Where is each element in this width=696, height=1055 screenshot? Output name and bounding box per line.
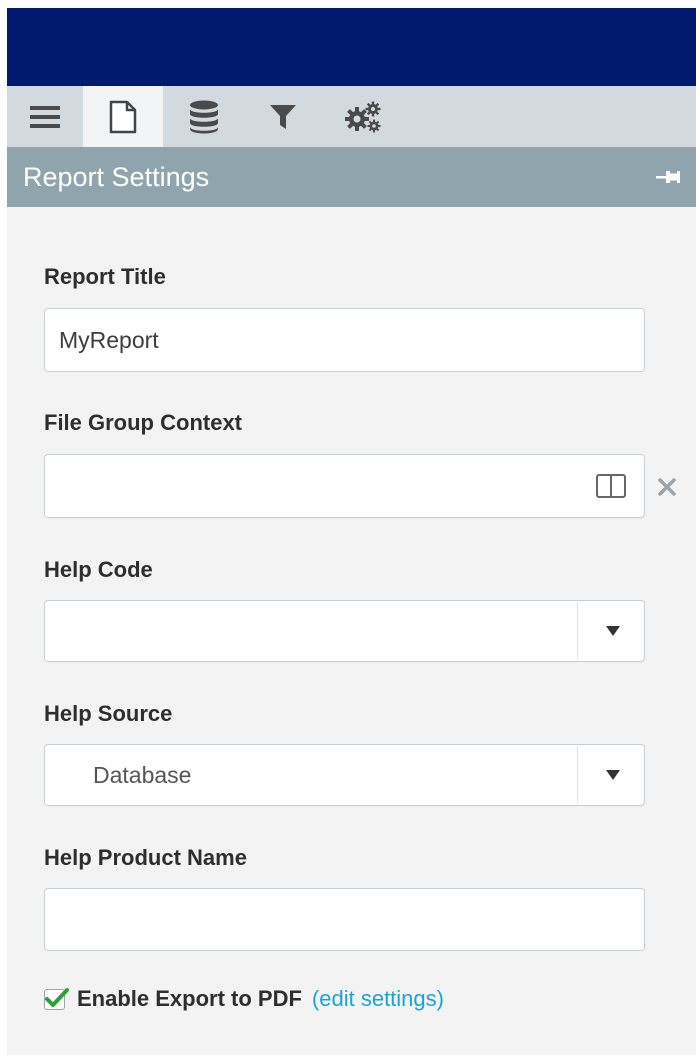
filter-icon (270, 104, 296, 129)
help-source-select[interactable]: Database (44, 744, 645, 806)
advanced-settings-tab[interactable] (321, 86, 405, 147)
help-code-label: Help Code (44, 557, 153, 582)
export-pdf-row: Enable Export to PDF (edit settings) (44, 984, 444, 1014)
data-sources-tab[interactable] (163, 86, 245, 147)
file-group-context-input[interactable] (44, 454, 645, 518)
chevron-down-icon[interactable] (606, 626, 620, 636)
chevron-down-icon[interactable] (606, 770, 620, 780)
filters-tab[interactable] (245, 86, 321, 147)
export-pdf-label: Enable Export to PDF (77, 986, 302, 1011)
report-title-input[interactable]: MyReport (44, 308, 645, 372)
export-pdf-checkbox[interactable] (44, 987, 69, 1010)
column-picker-icon[interactable] (596, 474, 626, 503)
document-icon (109, 100, 137, 133)
report-title-label: Report Title (44, 264, 166, 289)
edit-settings-link[interactable]: (edit settings) (312, 986, 444, 1012)
dropdown-separator (577, 602, 578, 660)
pin-icon[interactable] (656, 168, 680, 191)
check-icon (45, 987, 69, 1007)
panel-header: Report Settings (7, 147, 696, 207)
dropdown-separator (577, 746, 578, 804)
report-title-value: MyReport (59, 327, 159, 353)
menu-icon (30, 105, 60, 128)
report-settings-tab[interactable] (83, 86, 163, 147)
file-group-context-label: File Group Context (44, 410, 242, 435)
panel-toolbar (7, 86, 696, 147)
clear-icon[interactable] (657, 478, 677, 501)
database-icon (190, 100, 218, 133)
panel-title: Report Settings (23, 162, 210, 192)
gears-icon (345, 101, 381, 132)
help-product-name-label: Help Product Name (44, 845, 247, 870)
help-source-label: Help Source (44, 701, 173, 726)
help-product-name-input[interactable] (44, 888, 645, 951)
app-top-bar (7, 8, 696, 86)
help-source-value: Database (93, 762, 192, 788)
help-code-select[interactable] (44, 600, 645, 662)
menu-button[interactable] (7, 86, 83, 147)
